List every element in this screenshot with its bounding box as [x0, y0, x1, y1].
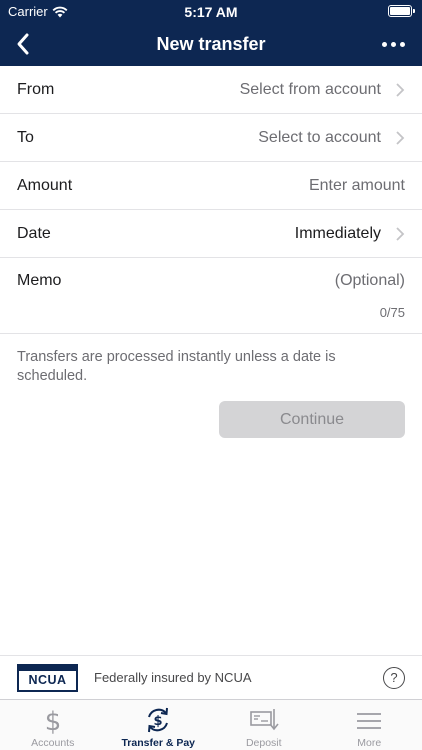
- dot-icon: [399, 41, 405, 47]
- chevron-right-icon: [396, 83, 405, 97]
- dot-icon: [390, 41, 396, 47]
- amount-label: Amount: [17, 176, 73, 194]
- from-account-value: Select from account: [239, 80, 381, 98]
- date-row[interactable]: Date Immediately: [0, 210, 422, 258]
- tab-label: Accounts: [31, 737, 75, 749]
- transfer-note: Transfers are processed instantly unless…: [17, 349, 336, 384]
- memo-label: Memo: [17, 272, 62, 289]
- date-value: Immediately: [294, 224, 381, 242]
- status-bar: Carrier 5:17 AM: [0, 0, 422, 22]
- nav-bar: New transfer: [0, 22, 422, 66]
- from-account-row[interactable]: From Select from account: [0, 66, 422, 114]
- tab-label: Transfer & Pay: [121, 737, 196, 749]
- tab-bar: $ Accounts $ Transfer & Pay Deposit More: [0, 699, 422, 750]
- tab-more[interactable]: More: [317, 700, 422, 750]
- page-title: New transfer: [156, 34, 266, 54]
- status-time: 5:17 AM: [184, 4, 238, 20]
- amount-input[interactable]: Enter amount: [309, 177, 405, 195]
- svg-text:$: $: [44, 707, 61, 734]
- to-label: To: [17, 128, 34, 146]
- insurance-banner: NCUA Federally insured by NCUA ?: [0, 655, 422, 699]
- transfer-form: From Select from account To Select to ac…: [0, 66, 422, 334]
- tab-label: Deposit: [245, 737, 282, 749]
- ncua-logo: NCUA: [17, 664, 78, 692]
- back-button[interactable]: [10, 30, 38, 58]
- check-deposit-icon: [249, 709, 279, 731]
- header: Carrier 5:17 AM New transfer: [0, 0, 422, 66]
- to-account-row[interactable]: To Select to account: [0, 114, 422, 162]
- chevron-right-icon: [396, 131, 405, 145]
- tab-label: More: [357, 737, 382, 749]
- svg-text:$: $: [154, 714, 163, 729]
- date-label: Date: [17, 224, 51, 242]
- tab-accounts[interactable]: $ Accounts: [0, 700, 106, 750]
- insured-text: Federally insured by NCUA: [94, 670, 252, 685]
- dollar-icon: $: [44, 707, 61, 734]
- memo-input[interactable]: (Optional): [335, 272, 405, 290]
- amount-row[interactable]: Amount Enter amount: [0, 162, 422, 210]
- memo-row[interactable]: Memo (Optional) 0/75: [0, 258, 422, 334]
- more-options-button[interactable]: [380, 34, 406, 54]
- memo-char-counter: 0/75: [379, 305, 405, 320]
- menu-icon: [357, 713, 382, 729]
- help-button[interactable]: ?: [383, 667, 405, 689]
- dot-icon: [381, 41, 387, 47]
- ncua-logo-text: NCUA: [28, 673, 67, 687]
- from-label: From: [17, 80, 55, 98]
- chevron-right-icon: [396, 227, 405, 241]
- to-account-value: Select to account: [258, 128, 381, 146]
- continue-button[interactable]: Continue: [219, 401, 405, 438]
- transfer-pay-icon: $: [148, 707, 169, 733]
- tab-transfer-pay[interactable]: $ Transfer & Pay: [106, 700, 212, 750]
- tab-deposit[interactable]: Deposit: [211, 700, 317, 750]
- chevron-left-icon: [17, 33, 29, 55]
- battery-icon: [388, 5, 415, 17]
